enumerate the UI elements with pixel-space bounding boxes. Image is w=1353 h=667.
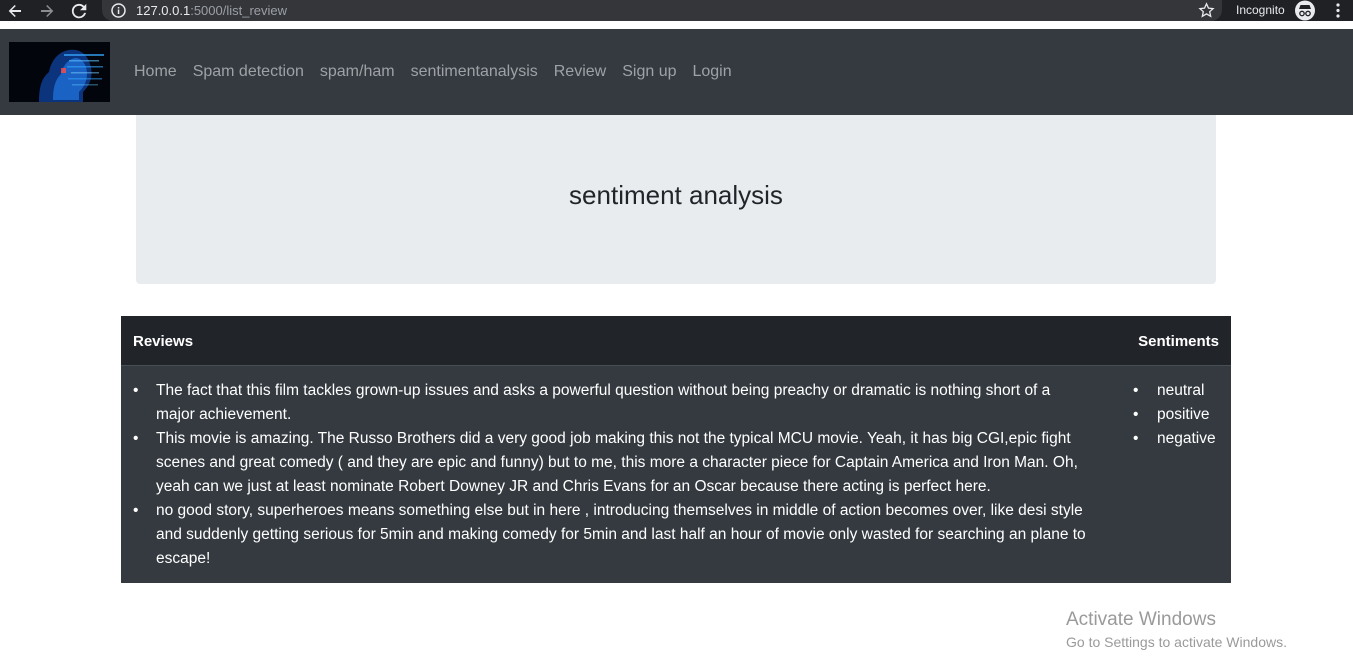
- list-item: negative: [1133, 427, 1223, 451]
- brand-logo-image: [9, 42, 110, 102]
- page-title: sentiment analysis: [569, 180, 783, 210]
- list-item: no good story, superheroes means somethi…: [133, 499, 1093, 571]
- site-navbar: Home Spam detection spam/ham sentimentan…: [0, 29, 1353, 115]
- header-reviews: Reviews: [133, 333, 194, 350]
- sentiments-list: neutral positive negative: [1133, 379, 1223, 451]
- nav-link-sign-up[interactable]: Sign up: [622, 63, 676, 81]
- sentiment-label: positive: [1157, 406, 1210, 423]
- header-sentiments: Sentiments: [1138, 333, 1219, 350]
- forward-icon[interactable]: [36, 0, 58, 21]
- nav-link-login[interactable]: Login: [692, 63, 731, 81]
- nav-links: Home Spam detection spam/ham sentimentan…: [134, 29, 748, 115]
- brand-logo[interactable]: [9, 42, 110, 102]
- nav-link-spam-detection[interactable]: Spam detection: [193, 63, 304, 81]
- sentiment-label: negative: [1157, 430, 1216, 447]
- reload-icon[interactable]: [68, 0, 90, 21]
- url-path: :5000/list_review: [190, 3, 288, 18]
- nav-link-home[interactable]: Home: [134, 63, 177, 81]
- table-header: Reviews Sentiments: [121, 316, 1231, 366]
- list-item: positive: [1133, 403, 1223, 427]
- nav-link-sentimentanalysis[interactable]: sentimentanalysis: [411, 63, 538, 81]
- sentiment-label: neutral: [1157, 382, 1205, 399]
- incognito-icon: [1295, 0, 1315, 21]
- reviews-list: The fact that this film tackles grown-up…: [133, 379, 1093, 571]
- list-item: This movie is amazing. The Russo Brother…: [133, 427, 1093, 499]
- watermark-title: Activate Windows: [1066, 609, 1216, 630]
- nav-link-review[interactable]: Review: [554, 63, 606, 81]
- activate-windows-watermark: Activate Windows Go to Settings to activ…: [1066, 608, 1287, 652]
- address-bar[interactable]: 127.0.0.1:5000/list_review: [102, 0, 1222, 21]
- jumbotron: sentiment analysis: [136, 115, 1216, 284]
- incognito-label: Incognito: [1236, 3, 1285, 17]
- list-item: The fact that this film tackles grown-up…: [133, 379, 1093, 427]
- watermark-subtitle: Go to Settings to activate Windows.: [1066, 634, 1287, 650]
- reviews-table: Reviews Sentiments The fact that this fi…: [121, 316, 1231, 583]
- url-text[interactable]: 127.0.0.1:5000/list_review: [136, 2, 287, 19]
- info-icon[interactable]: [110, 2, 127, 19]
- url-host: 127.0.0.1: [136, 3, 191, 18]
- menu-icon[interactable]: [1330, 2, 1346, 19]
- nav-link-spam-ham[interactable]: spam/ham: [320, 63, 395, 81]
- star-icon[interactable]: [1198, 2, 1215, 19]
- list-item: neutral: [1133, 379, 1223, 403]
- back-icon[interactable]: [4, 0, 26, 21]
- browser-toolbar: 127.0.0.1:5000/list_review Incognito: [0, 0, 1353, 21]
